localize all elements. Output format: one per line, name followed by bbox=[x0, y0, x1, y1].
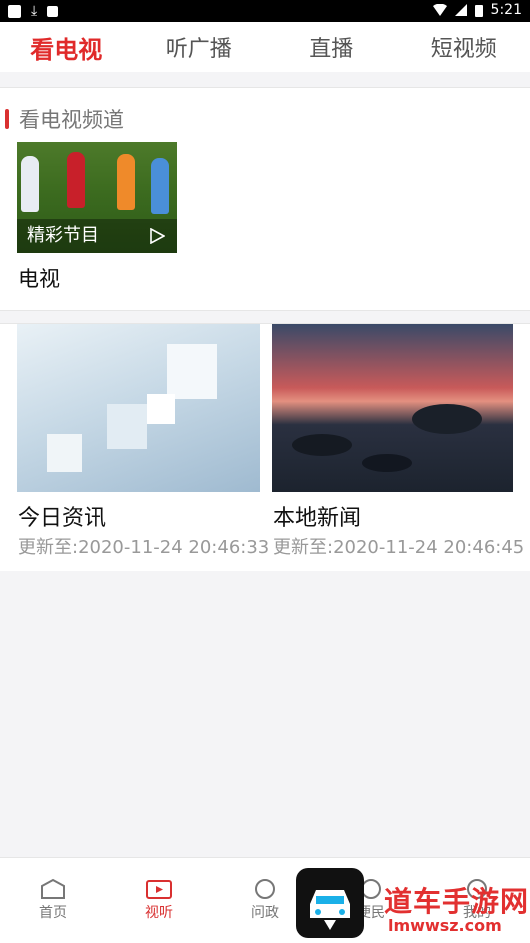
tab-live[interactable]: 直播 bbox=[265, 31, 398, 63]
rock-shape bbox=[292, 434, 352, 456]
thumbnail-caption-bar: 精彩节目 bbox=[17, 219, 177, 253]
player-figure bbox=[151, 158, 169, 214]
cube-shape bbox=[167, 344, 217, 399]
nav-home[interactable]: 首页 bbox=[13, 878, 93, 922]
nav-video[interactable]: 视听 bbox=[119, 878, 199, 922]
cube-shape bbox=[147, 394, 175, 424]
nav-label-inquiry: 问政 bbox=[251, 905, 279, 921]
thumbnail-caption: 精彩节目 bbox=[27, 219, 99, 253]
news-title-local[interactable]: 本地新闻 bbox=[273, 500, 361, 532]
watermark-text: 道车手游网 bbox=[384, 880, 529, 920]
top-tab-bar: 看电视 听广播 直播 短视频 bbox=[0, 22, 530, 72]
car-icon bbox=[296, 868, 364, 938]
watermark: 道车手游网 lmwwsz.com bbox=[296, 866, 530, 942]
nav-inquiry[interactable]: 问政 bbox=[225, 878, 305, 922]
cube-shape bbox=[47, 434, 82, 472]
section-accent-bar bbox=[5, 109, 9, 129]
battery-icon bbox=[475, 4, 483, 17]
tab-short-video[interactable]: 短视频 bbox=[398, 31, 530, 63]
tab-radio[interactable]: 听广播 bbox=[133, 31, 266, 63]
news-thumbnail-local[interactable] bbox=[272, 324, 513, 492]
watermark-url: lmwwsz.com bbox=[388, 916, 502, 935]
news-updated-local: 更新至:2020-11-24 20:46:45 bbox=[273, 533, 524, 559]
circle-icon bbox=[252, 878, 278, 900]
rock-shape bbox=[412, 404, 482, 434]
app-notification-icon bbox=[47, 6, 58, 17]
wifi-icon bbox=[433, 4, 447, 16]
tab-watch-tv[interactable]: 看电视 bbox=[0, 30, 133, 65]
video-icon bbox=[146, 878, 172, 900]
section-title: 看电视频道 bbox=[19, 104, 124, 134]
player-figure bbox=[21, 156, 39, 212]
tv-channel-title[interactable]: 电视 bbox=[18, 263, 60, 293]
home-icon bbox=[40, 878, 66, 900]
player-figure bbox=[117, 154, 135, 210]
news-thumbnail-today[interactable] bbox=[17, 324, 260, 492]
notification-icon bbox=[8, 5, 21, 18]
play-icon bbox=[149, 228, 165, 244]
watermark-logo bbox=[296, 868, 364, 938]
nav-label-home: 首页 bbox=[39, 905, 67, 921]
nav-label-video: 视听 bbox=[145, 905, 173, 921]
download-icon: ⤓ bbox=[31, 3, 37, 19]
status-bar: ⤓ 5:21 bbox=[0, 0, 530, 22]
rock-shape bbox=[362, 454, 412, 472]
clock: 5:21 bbox=[491, 2, 522, 18]
news-updated-today: 更新至:2020-11-24 20:46:33 bbox=[18, 533, 269, 559]
news-title-today[interactable]: 今日资讯 bbox=[18, 500, 106, 532]
tv-channel-thumbnail[interactable]: 精彩节目 bbox=[17, 142, 177, 253]
cube-shape bbox=[107, 404, 147, 449]
signal-icon bbox=[455, 4, 467, 16]
section-header: 看电视频道 bbox=[5, 104, 124, 134]
player-figure bbox=[67, 152, 85, 208]
